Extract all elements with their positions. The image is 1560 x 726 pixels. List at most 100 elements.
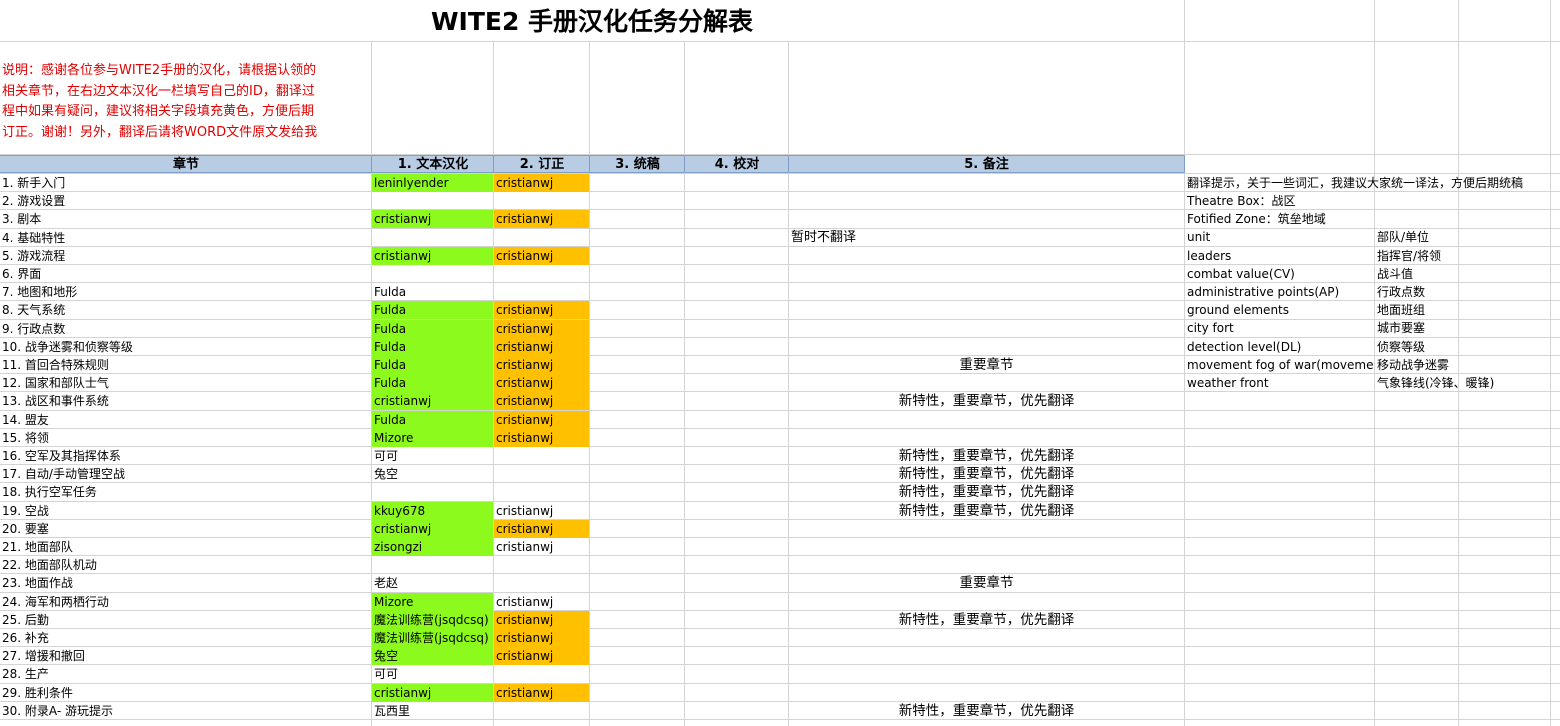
header-proofread[interactable]: 4. 校对 [684, 155, 789, 173]
review-cell[interactable] [494, 465, 589, 483]
remark-cell[interactable]: 暂时不翻译 [789, 229, 1184, 247]
glossary-term[interactable]: detection level(DL) [1187, 338, 1373, 356]
header-chapter[interactable]: 章节 [0, 155, 372, 173]
translate-cell[interactable]: 可可 [372, 447, 493, 465]
chapter-cell[interactable]: 3. 剧本 [0, 210, 370, 228]
glossary-term[interactable]: weather front [1187, 374, 1373, 392]
review-cell[interactable]: cristianwj [494, 174, 589, 192]
translate-cell[interactable]: cristianwj [372, 210, 493, 228]
review-cell[interactable] [494, 665, 589, 683]
glossary-term[interactable]: unit [1187, 228, 1373, 246]
review-cell[interactable] [494, 192, 589, 210]
chapter-cell[interactable]: 25. 后勤 [0, 611, 370, 629]
review-cell[interactable] [494, 283, 589, 301]
translate-cell[interactable]: Fulda [372, 301, 493, 319]
instructions-note[interactable]: 说明：感谢各位参与WITE2手册的汉化，请根据认领的 相关章节，在右边文本汉化一… [2, 61, 370, 143]
translate-cell[interactable]: Fulda [372, 283, 493, 301]
header-review[interactable]: 2. 订正 [493, 155, 590, 173]
translate-cell[interactable]: Fulda [372, 356, 493, 374]
chapter-cell[interactable]: 10. 战争迷雾和侦察等级 [0, 338, 370, 356]
translate-cell[interactable]: 魔法训练营(jsqdcsq) [372, 611, 493, 629]
glossary-translation[interactable]: 侦察等级 [1377, 338, 1557, 356]
chapter-cell[interactable]: 5. 游戏流程 [0, 247, 370, 265]
translate-cell[interactable] [372, 556, 493, 574]
glossary-term[interactable]: administrative points(AP) [1187, 283, 1373, 301]
chapter-cell[interactable]: 13. 战区和事件系统 [0, 392, 370, 410]
review-cell[interactable]: cristianwj [494, 301, 589, 319]
review-cell[interactable]: cristianwj [494, 429, 589, 447]
review-cell[interactable]: cristianwj [494, 247, 589, 265]
translate-cell[interactable]: Fulda [372, 338, 493, 356]
translate-cell[interactable]: 兔空 [372, 465, 493, 483]
translate-cell[interactable] [372, 483, 493, 501]
review-cell[interactable]: cristianwj [494, 320, 589, 338]
remark-cell[interactable]: 新特性，重要章节，优先翻译 [789, 483, 1184, 501]
header-compile[interactable]: 3. 统稿 [589, 155, 685, 173]
translate-cell[interactable]: kkuy678 [372, 502, 493, 520]
review-cell[interactable]: cristianwj [494, 338, 589, 356]
remark-cell[interactable]: 新特性，重要章节，优先翻译 [789, 465, 1184, 483]
chapter-cell[interactable]: 9. 行政点数 [0, 320, 370, 338]
review-cell[interactable] [494, 483, 589, 501]
glossary-translation[interactable]: 城市要塞 [1377, 319, 1557, 337]
glossary-tip[interactable]: 翻译提示，关于一些词汇，我建议大家统一译法，方便后期统稿 [1187, 174, 1560, 192]
glossary-term[interactable]: Theatre Box：战区 [1187, 192, 1547, 210]
review-cell[interactable] [494, 229, 589, 247]
review-cell[interactable]: cristianwj [494, 593, 589, 611]
translate-cell[interactable] [372, 265, 493, 283]
chapter-cell[interactable]: 17. 自动/手动管理空战 [0, 465, 370, 483]
chapter-cell[interactable]: 16. 空军及其指挥体系 [0, 447, 370, 465]
glossary-term[interactable]: combat value(CV) [1187, 265, 1373, 283]
translate-cell[interactable]: 可可 [372, 665, 493, 683]
translate-cell[interactable]: 瓦西里 [372, 702, 493, 720]
remark-cell[interactable]: 新特性，重要章节，优先翻译 [789, 502, 1184, 520]
glossary-term[interactable]: ground elements [1187, 301, 1373, 319]
review-cell[interactable]: cristianwj [494, 374, 589, 392]
remark-cell[interactable]: 新特性，重要章节，优先翻译 [789, 447, 1184, 465]
chapter-cell[interactable]: 28. 生产 [0, 665, 370, 683]
translate-cell[interactable]: Fulda [372, 374, 493, 392]
glossary-translation[interactable]: 指挥官/将领 [1377, 247, 1557, 265]
header-translate[interactable]: 1. 文本汉化 [371, 155, 494, 173]
chapter-cell[interactable]: 21. 地面部队 [0, 538, 370, 556]
translate-cell[interactable]: cristianwj [372, 520, 493, 538]
review-cell[interactable]: cristianwj [494, 629, 589, 647]
review-cell[interactable]: cristianwj [494, 392, 589, 410]
translate-cell[interactable]: cristianwj [372, 247, 493, 265]
chapter-cell[interactable]: 24. 海军和两栖行动 [0, 593, 370, 611]
chapter-cell[interactable]: 27. 增援和撤回 [0, 647, 370, 665]
header-remarks[interactable]: 5. 备注 [788, 155, 1185, 173]
review-cell[interactable]: cristianwj [494, 210, 589, 228]
chapter-cell[interactable]: 15. 将领 [0, 429, 370, 447]
translate-cell[interactable]: Fulda [372, 411, 493, 429]
sheet-title[interactable]: WITE2 手册汉化任务分解表 [372, 4, 812, 40]
translate-cell[interactable]: 兔空 [372, 647, 493, 665]
chapter-cell[interactable]: 11. 首回合特殊规则 [0, 356, 370, 374]
translate-cell[interactable]: 魔法训练营(jsqdcsq) [372, 629, 493, 647]
translate-cell[interactable]: Mizore [372, 429, 493, 447]
translate-cell[interactable] [372, 192, 493, 210]
translate-cell[interactable]: leninlyender [372, 174, 493, 192]
chapter-cell[interactable]: 2. 游戏设置 [0, 192, 370, 210]
chapter-cell[interactable]: 6. 界面 [0, 265, 370, 283]
glossary-translation[interactable]: 部队/单位 [1377, 228, 1557, 246]
glossary-term[interactable]: movement fog of war(movement l [1187, 356, 1373, 374]
glossary-term[interactable]: leaders [1187, 247, 1373, 265]
remark-cell[interactable]: 新特性，重要章节，优先翻译 [789, 611, 1184, 629]
translate-cell[interactable]: cristianwj [372, 684, 493, 702]
chapter-cell[interactable]: 26. 补充 [0, 629, 370, 647]
translate-cell[interactable]: cristianwj [372, 392, 493, 410]
chapter-cell[interactable]: 1. 新手入门 [0, 174, 370, 192]
glossary-translation[interactable]: 战斗值 [1377, 265, 1557, 283]
translate-cell[interactable]: Mizore [372, 593, 493, 611]
review-cell[interactable] [494, 574, 589, 592]
review-cell[interactable] [494, 556, 589, 574]
chapter-cell[interactable]: 12. 国家和部队士气 [0, 374, 370, 392]
review-cell[interactable]: cristianwj [494, 611, 589, 629]
chapter-cell[interactable]: 8. 天气系统 [0, 301, 370, 319]
chapter-cell[interactable]: 23. 地面作战 [0, 574, 370, 592]
translate-cell[interactable]: Fulda [372, 320, 493, 338]
review-cell[interactable]: cristianwj [494, 502, 589, 520]
glossary-term[interactable]: Fotified Zone：筑垒地域 [1187, 210, 1547, 228]
chapter-cell[interactable]: 14. 盟友 [0, 411, 370, 429]
